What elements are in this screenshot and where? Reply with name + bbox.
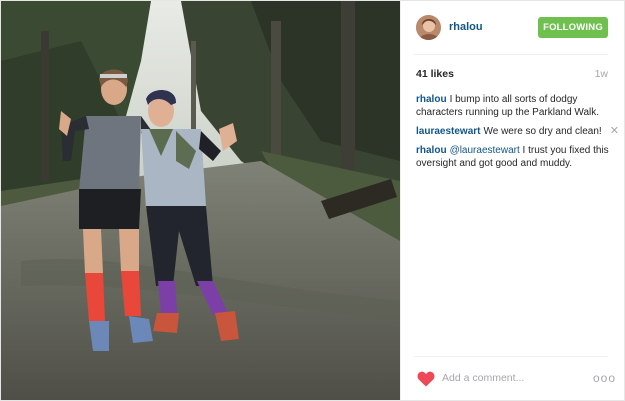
likes-count[interactable]: 41 likes (416, 68, 454, 80)
post-details-panel: rhalou FOLLOWING 41 likes 1w rhalou I bum… (401, 1, 624, 400)
comment: rhalou I bump into all sorts of dodgy cha… (416, 93, 611, 119)
add-comment-input[interactable]: Add a comment... (442, 372, 524, 384)
comment: lauraestewart We were so dry and clean! ✕ (416, 125, 619, 138)
footer-divider (414, 356, 608, 357)
heart-icon[interactable] (417, 371, 435, 387)
instagram-post: rhalou FOLLOWING 41 likes 1w rhalou I bum… (0, 0, 625, 401)
comment-author[interactable]: lauraestewart (416, 126, 480, 137)
avatar-image (416, 15, 441, 40)
avatar[interactable] (416, 15, 441, 40)
photo-illustration (1, 1, 400, 400)
comment-author[interactable]: rhalou (416, 145, 447, 156)
comment-text: We were so dry and clean! (483, 126, 602, 137)
post-username[interactable]: rhalou (449, 21, 483, 33)
comment: rhalou @lauraestewart I trust you fixed t… (416, 144, 611, 170)
more-options-icon[interactable]: ooo (593, 371, 616, 385)
comment-mention[interactable]: @lauraestewart (450, 145, 520, 156)
comments-list: rhalou I bump into all sorts of dodgy cha… (416, 93, 619, 176)
post-header: rhalou FOLLOWING (401, 1, 624, 54)
post-photo[interactable] (1, 1, 400, 400)
post-time[interactable]: 1w (595, 68, 608, 80)
comment-author[interactable]: rhalou (416, 94, 447, 105)
header-divider (414, 54, 608, 55)
following-button[interactable]: FOLLOWING (538, 17, 608, 38)
close-icon[interactable]: ✕ (610, 125, 619, 138)
